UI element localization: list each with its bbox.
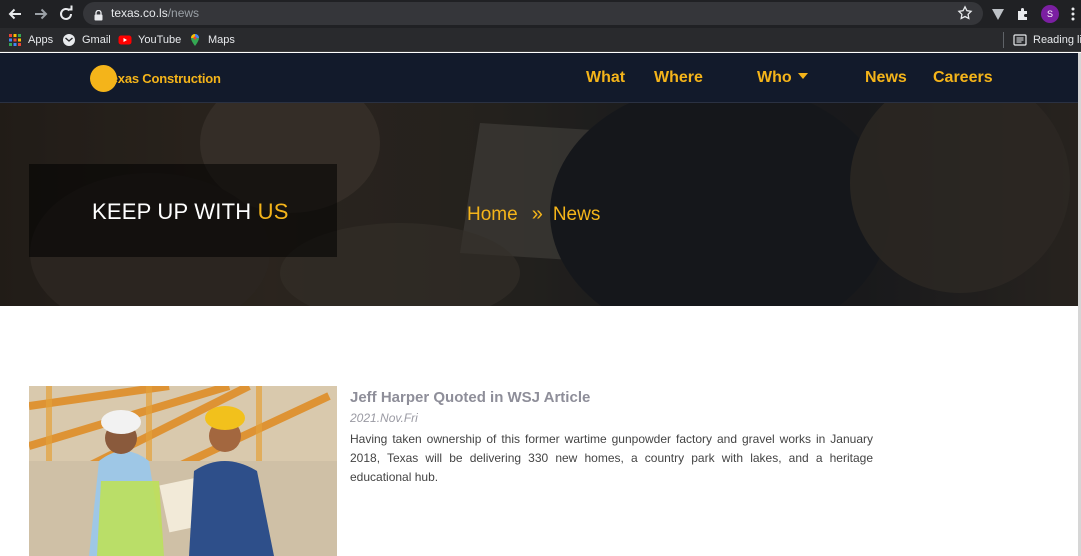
article-title[interactable]: Jeff Harper Quoted in WSJ Article [350,389,590,406]
nav-where[interactable]: Where [654,69,703,87]
logo-text: Texas Construction [104,71,221,86]
maps-pin-icon [188,33,202,47]
nav-who[interactable]: Who [757,69,808,87]
bookmark-apps[interactable]: Apps [8,32,53,48]
breadcrumb-home[interactable]: Home [467,204,518,226]
hero-title-accent: US [257,199,289,224]
bookmark-maps[interactable]: Maps [188,32,235,48]
site-logo[interactable]: Texas Construction [90,63,230,93]
breadcrumb: Home » News [467,203,600,226]
reading-list-button[interactable]: Reading list [1013,32,1081,48]
lock-icon [93,8,104,21]
nav-what[interactable]: What [586,69,625,87]
nav-news[interactable]: News [865,69,907,87]
hero-title-box: KEEP UP WITH US [29,164,337,257]
url-text: texas.co.ls/news [111,6,200,20]
apps-grid-icon [8,33,22,47]
bookmark-star-icon[interactable] [957,5,973,21]
nav-careers[interactable]: Careers [933,69,993,87]
reading-list-icon [1013,33,1027,47]
bookmark-label: Apps [28,34,54,46]
bookmarks-bar: Apps Gmail YouTube Maps Reading list [0,28,1081,52]
breadcrumb-current: News [552,203,601,225]
hero-banner: KEEP UP WITH US Home » News [0,103,1081,306]
profile-avatar[interactable]: S [1041,5,1059,23]
youtube-icon [118,33,132,47]
hero-title: KEEP UP WITH US [92,199,289,225]
extensions-puzzle-icon[interactable] [1015,6,1031,22]
reading-list-label: Reading list [1033,34,1081,46]
hero-title-main: KEEP UP WITH [92,199,252,224]
browser-toolbar: texas.co.ls/news S [0,0,1081,28]
reload-icon[interactable] [57,5,75,23]
menu-kebab-icon[interactable] [1070,6,1076,22]
forward-arrow-icon[interactable] [32,5,50,23]
back-arrow-icon[interactable] [6,5,24,23]
article-date: 2021.Nov.Fri [350,411,418,425]
bookmark-label: Gmail [82,34,111,46]
breadcrumb-separator-icon: » [531,203,543,225]
bookmark-gmail[interactable]: Gmail [62,32,111,48]
bookmark-label: YouTube [138,34,182,46]
nav-who-label: Who [757,69,792,86]
gmail-icon [62,33,76,47]
bookmark-label: Maps [208,34,235,46]
article-image[interactable] [29,386,337,556]
extension-v-icon[interactable] [990,6,1006,22]
article-body: Having taken ownership of this former wa… [350,432,873,484]
bookmarks-divider [1003,32,1004,48]
chevron-down-icon [797,73,808,79]
site-header: Texas Construction What Where Who News C… [0,53,1081,103]
bookmark-youtube[interactable]: YouTube [118,32,181,48]
address-bar[interactable]: texas.co.ls/news [83,2,983,25]
